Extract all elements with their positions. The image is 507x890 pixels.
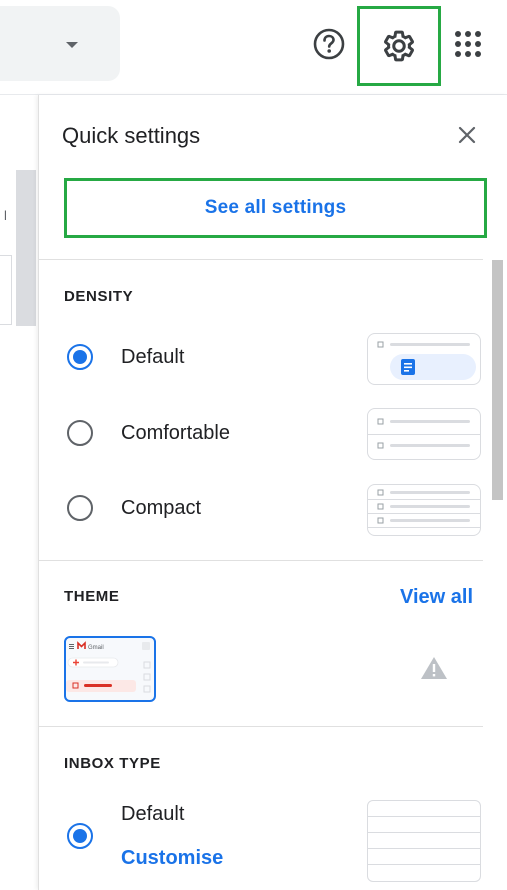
background-scrollbar[interactable] — [16, 170, 36, 326]
inbox-type-default-radio[interactable] — [67, 823, 93, 849]
view-all-themes-link[interactable]: View all — [400, 586, 473, 609]
theme-thumbnail-brand: Gmail — [88, 645, 104, 651]
gmail-screen: l Quick settings See all settings DENSIT… — [0, 0, 507, 890]
section-divider — [39, 726, 483, 727]
density-option-label: Comfortable — [121, 422, 230, 444]
density-option-label: Default — [121, 346, 185, 368]
apps-button[interactable] — [450, 26, 486, 62]
preview-row — [368, 817, 480, 833]
density-option-label: Compact — [121, 497, 202, 519]
theme-preview-illustration: Gmail — [66, 641, 151, 693]
panel-scrollbar[interactable] — [492, 260, 503, 500]
density-preview-compact[interactable] — [367, 484, 481, 536]
inbox-type-preview[interactable] — [367, 800, 481, 882]
density-compact-illustration — [368, 489, 480, 528]
see-all-settings-highlight: See all settings — [64, 178, 487, 238]
preview-row — [368, 833, 480, 849]
density-default-illustration — [377, 341, 476, 380]
help-circle-icon — [313, 28, 345, 60]
search-bar[interactable] — [0, 6, 120, 81]
density-preview-default[interactable] — [367, 333, 481, 385]
see-all-settings-button[interactable]: See all settings — [205, 197, 347, 219]
apps-grid-icon — [455, 31, 481, 57]
radio-button[interactable] — [67, 823, 93, 849]
density-comfortable-illustration — [368, 418, 480, 449]
density-heading: DENSITY — [64, 288, 134, 305]
chevron-down-icon[interactable] — [66, 42, 78, 48]
gear-icon — [383, 30, 415, 62]
help-button[interactable] — [310, 25, 348, 63]
theme-heading: THEME — [64, 588, 120, 605]
quick-settings-panel: Quick settings See all settings DENSITY … — [38, 95, 507, 890]
radio-button[interactable] — [67, 495, 93, 521]
radio-button[interactable] — [67, 344, 93, 370]
theme-thumbnail[interactable]: Gmail — [64, 636, 156, 702]
customise-link[interactable]: Customise — [121, 847, 223, 870]
panel-title: Quick settings — [62, 123, 201, 148]
close-icon — [458, 126, 476, 144]
background-text: l — [4, 208, 7, 223]
inbox-type-option-label: Default — [121, 803, 185, 825]
close-button[interactable] — [453, 121, 481, 149]
radio-button[interactable] — [67, 420, 93, 446]
settings-button[interactable] — [357, 6, 441, 86]
inbox-type-heading: INBOX TYPE — [64, 755, 161, 772]
preview-row — [368, 849, 480, 865]
background-field — [0, 255, 12, 325]
section-divider — [39, 560, 483, 561]
density-preview-comfortable[interactable] — [367, 408, 481, 460]
preview-row — [368, 801, 480, 817]
section-divider — [39, 259, 483, 260]
warning-icon — [419, 655, 449, 686]
